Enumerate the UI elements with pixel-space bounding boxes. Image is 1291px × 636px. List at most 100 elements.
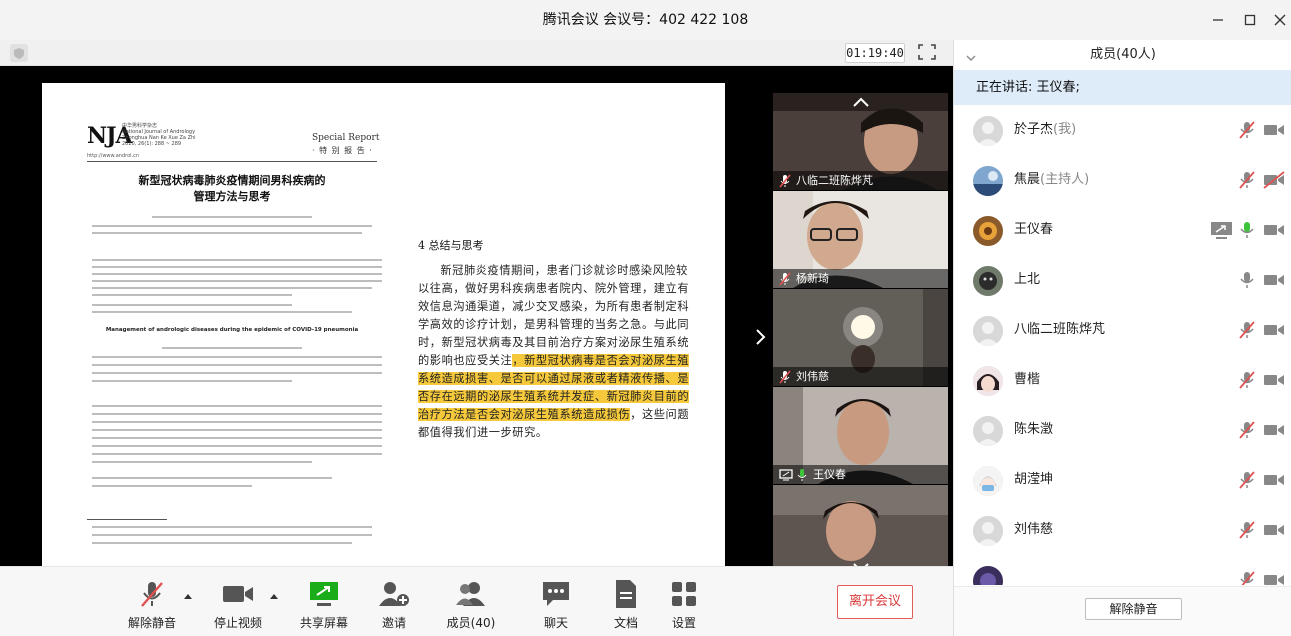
video-name-bar: 杨新琦	[773, 269, 948, 288]
mic-muted-icon[interactable]	[1237, 120, 1257, 140]
document-icon	[609, 577, 643, 611]
participants-panel: 成员(40人) 正在讲话: 王仪春; 於子杰(我) 焦晨(主持人) 王仪春 上北…	[953, 40, 1291, 636]
footnote-line	[92, 534, 372, 536]
participant-row[interactable]: 焦晨(主持人)	[954, 155, 1291, 205]
shared-document: NJA 中华男科学杂志 National Journal of Androlog…	[42, 83, 725, 567]
video-participant-name: 杨新琦	[796, 272, 829, 285]
participant-row[interactable]: 胡滢坤	[954, 455, 1291, 505]
window-title: 腾讯会议 会议号：402 422 108	[542, 12, 749, 28]
meeting-timer: 01:19:40	[845, 43, 905, 63]
unmute-button[interactable]: 解除静音	[117, 577, 187, 633]
video-tile[interactable]: 刘伟慈	[773, 289, 948, 386]
members-button[interactable]: 成员(40)	[436, 577, 506, 633]
settings-button[interactable]: 设置	[649, 577, 719, 633]
classification-line	[92, 311, 352, 313]
avatar	[973, 466, 1003, 496]
affiliation-en-line	[92, 356, 382, 358]
abstract-line	[92, 259, 382, 261]
mic-on-icon[interactable]	[1237, 270, 1257, 290]
avatar	[973, 316, 1003, 346]
authors-line	[152, 216, 312, 218]
mic-muted-icon	[779, 173, 791, 188]
video-tile[interactable]: 八临二班陈烨芃	[773, 93, 948, 190]
participants-footer: 解除静音	[954, 586, 1291, 636]
unmute-all-button[interactable]: 解除静音	[1085, 598, 1182, 620]
avatar	[973, 566, 1003, 585]
audio-options-caret-icon[interactable]	[183, 589, 193, 599]
participant-row[interactable]: 上北	[954, 255, 1291, 305]
invite-button[interactable]: 邀请	[359, 577, 429, 633]
camera-on-icon[interactable]	[1263, 370, 1284, 390]
abstract-en-line	[92, 413, 382, 415]
section-heading: 4 总结与思考	[418, 239, 484, 252]
video-tile[interactable]: 杨新琦	[773, 191, 948, 288]
chat-button[interactable]: 聊天	[521, 577, 591, 633]
stop-video-button[interactable]: 停止视频	[203, 577, 273, 633]
mic-muted-icon[interactable]	[1237, 420, 1257, 440]
camera-on-icon[interactable]	[1263, 320, 1284, 340]
abstract-line	[92, 266, 382, 268]
members-icon	[454, 577, 488, 611]
title-bar: 腾讯会议 会议号：402 422 108	[0, 0, 1291, 40]
share-screen-icon	[307, 577, 341, 611]
abstract-en-line	[92, 461, 312, 463]
participant-name: 上北	[1014, 272, 1041, 287]
footnote-line	[92, 542, 352, 544]
leave-meeting-button[interactable]: 离开会议	[837, 585, 913, 619]
share-screen-button[interactable]: 共享屏幕	[289, 577, 359, 633]
camera-on-icon[interactable]	[1263, 220, 1284, 240]
journal-url: http://www.androl.cn	[87, 153, 140, 159]
affiliation-en-line	[92, 364, 382, 366]
correspondence-line	[92, 477, 332, 479]
mic-muted-icon	[779, 369, 791, 384]
camera-off-icon[interactable]	[1263, 170, 1285, 190]
camera-on-icon[interactable]	[1263, 270, 1284, 290]
article-title: 新型冠状病毒肺炎疫情期间男科疾病的 管理方法与思考	[138, 174, 326, 203]
maximize-button[interactable]	[1238, 8, 1262, 32]
fullscreen-icon[interactable]	[918, 44, 938, 62]
mic-muted-icon[interactable]	[1237, 320, 1257, 340]
scroll-up-chevron-icon[interactable]	[851, 95, 871, 109]
abstract-en-line	[92, 437, 382, 439]
close-button[interactable]	[1268, 8, 1291, 32]
abstract-en-line	[92, 405, 382, 407]
mic-muted-icon[interactable]	[1237, 520, 1257, 540]
video-name-bar: 刘伟慈	[773, 367, 948, 386]
special-report-label: Special Report	[312, 133, 380, 143]
participant-row[interactable]: 王仪春	[954, 205, 1291, 255]
participant-row[interactable]: 於子杰(我)	[954, 105, 1291, 155]
abstract-en-line	[92, 421, 382, 423]
mic-active-icon[interactable]	[1237, 220, 1257, 240]
mic-muted-icon[interactable]	[1237, 570, 1257, 585]
camera-on-icon[interactable]	[1263, 420, 1284, 440]
section-paragraph: 新冠肺炎疫情期间，患者门诊就诊时感染风险较以往高，做好男科疾病患者院内、院外管理…	[418, 262, 694, 442]
authors-en-line	[162, 347, 302, 349]
mic-muted-icon	[779, 271, 791, 286]
affiliation-line	[92, 232, 362, 234]
security-shield-icon[interactable]	[10, 44, 28, 62]
participant-row[interactable]	[954, 555, 1291, 585]
camera-on-icon[interactable]	[1263, 520, 1284, 540]
participant-row[interactable]: 刘伟慈	[954, 505, 1291, 555]
camera-on-icon[interactable]	[1263, 570, 1284, 585]
mic-muted-icon[interactable]	[1237, 470, 1257, 490]
avatar	[973, 166, 1003, 196]
participant-row[interactable]: 陈朱澂	[954, 405, 1291, 455]
video-tile[interactable]: 王仪春	[773, 387, 948, 484]
mic-muted-icon[interactable]	[1237, 170, 1257, 190]
participant-name: 曹楷	[1014, 372, 1041, 387]
abstract-line	[92, 280, 382, 282]
mic-muted-icon[interactable]	[1237, 370, 1257, 390]
participant-row[interactable]: 八临二班陈烨芃	[954, 305, 1291, 355]
next-page-chevron-icon[interactable]	[753, 328, 767, 346]
screen-share-icon[interactable]	[1210, 220, 1234, 240]
video-participant-name: 王仪春	[813, 468, 846, 481]
minimize-button[interactable]	[1206, 8, 1230, 32]
camera-on-icon[interactable]	[1263, 120, 1284, 140]
video-options-caret-icon[interactable]	[269, 589, 279, 599]
camera-on-icon[interactable]	[1263, 470, 1284, 490]
abstract-en-line	[92, 429, 382, 431]
participant-name: 焦晨(主持人)	[1014, 172, 1090, 187]
participant-row[interactable]: 曹楷	[954, 355, 1291, 405]
abstract-en-line	[92, 453, 382, 455]
